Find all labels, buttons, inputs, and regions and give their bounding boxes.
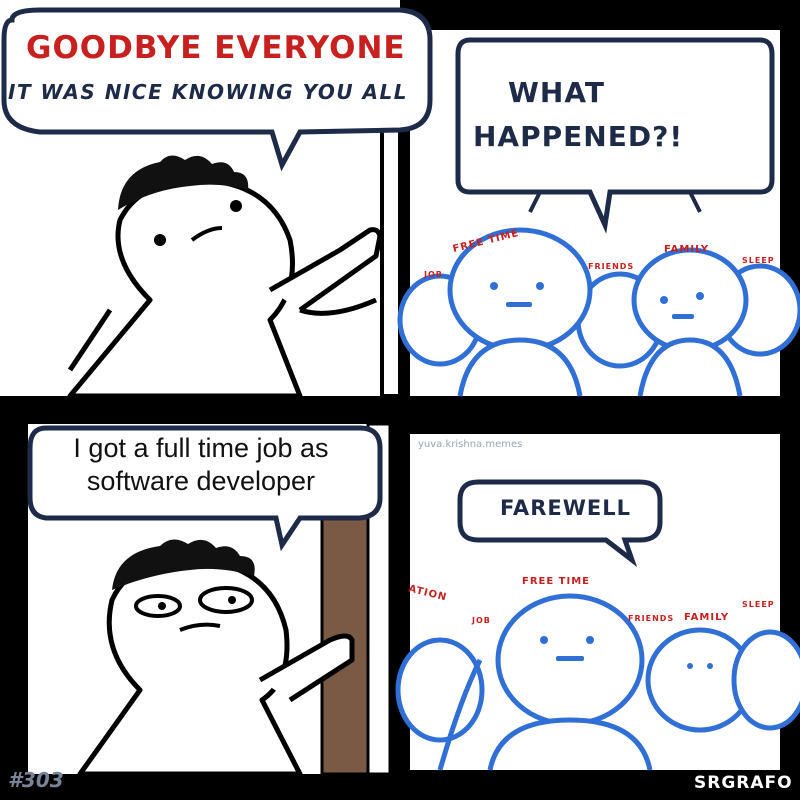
tag-family: FAMILY: [664, 244, 710, 255]
tag-job: JOB: [472, 616, 491, 625]
tag-sleep: SLEEP: [742, 600, 775, 609]
eye: [154, 234, 166, 246]
bubble-line-what: WHAT: [508, 76, 605, 109]
eye: [198, 586, 254, 614]
bubble-text-software-job: I got a full time job as software develo…: [73, 433, 329, 496]
crowd-blue: [395, 593, 800, 771]
crowd-blue: [397, 227, 800, 397]
pupil: [158, 602, 166, 610]
tag-job: JOB: [424, 270, 443, 279]
bubble-title-goodbye: GOODBYE EVERYONE: [26, 30, 406, 66]
tag-family: FAMILY: [684, 612, 730, 623]
tag-sleep: SLEEP: [742, 256, 775, 265]
bubble-text-farewell: FAREWELL: [500, 496, 631, 520]
tag-friends: FRIENDS: [588, 262, 635, 271]
character-waving: [67, 177, 383, 399]
tag-friends: FRIENDS: [628, 614, 675, 623]
watermark: yuva.krishna.memes: [418, 439, 523, 450]
artist-signature: SRGRAFO: [694, 773, 793, 793]
bubble-line-happened: HAPPENED?!: [473, 120, 684, 153]
eye: [230, 200, 242, 212]
tag-free-time: FREE TIME: [522, 576, 590, 587]
speech-bubble-farewell: [457, 479, 663, 568]
issue-number: #303: [8, 768, 64, 792]
bubble-subtitle-nice-knowing: IT WAS NICE KNOWING YOU ALL: [8, 80, 409, 104]
pupil: [228, 596, 236, 604]
